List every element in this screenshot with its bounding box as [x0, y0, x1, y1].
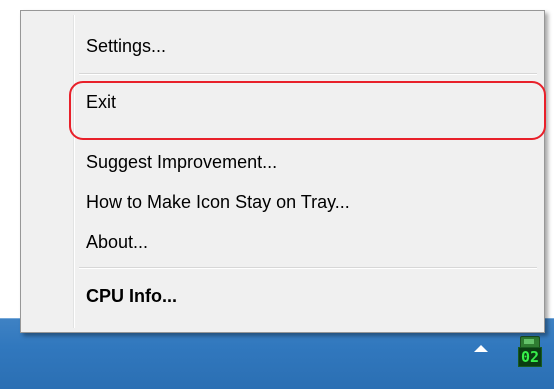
menu-separator — [79, 73, 537, 75]
menu-item-exit[interactable]: Exit — [24, 83, 541, 121]
menu-item-about[interactable]: About... — [24, 223, 541, 261]
cpu-tray-app-icon[interactable]: 02 — [518, 336, 542, 367]
menu-item-settings[interactable]: Settings... — [24, 27, 541, 65]
menu-item-how-to-make-icon-stay[interactable]: How to Make Icon Stay on Tray... — [24, 183, 541, 221]
menu-item-label: Settings... — [86, 36, 167, 56]
desktop-screen: 02 Settings... Exit Suggest Improvement.… — [0, 0, 554, 389]
menu-separator — [79, 138, 537, 140]
menu-item-suggest-improvement[interactable]: Suggest Improvement... — [24, 143, 541, 181]
menu-item-label: About... — [86, 232, 149, 252]
menu-item-label: CPU Info... — [86, 286, 177, 306]
menu-separator — [79, 267, 537, 269]
menu-item-label: Suggest Improvement... — [86, 152, 278, 172]
tray-icon-number: 02 — [518, 347, 542, 367]
menu-item-label: Exit — [86, 92, 117, 112]
show-hidden-icons-arrow-icon[interactable] — [474, 345, 488, 352]
menu-item-label: How to Make Icon Stay on Tray... — [86, 192, 350, 212]
tray-context-menu: Settings... Exit Suggest Improvement... … — [20, 10, 546, 333]
menu-item-cpu-info[interactable]: CPU Info... — [24, 277, 541, 315]
